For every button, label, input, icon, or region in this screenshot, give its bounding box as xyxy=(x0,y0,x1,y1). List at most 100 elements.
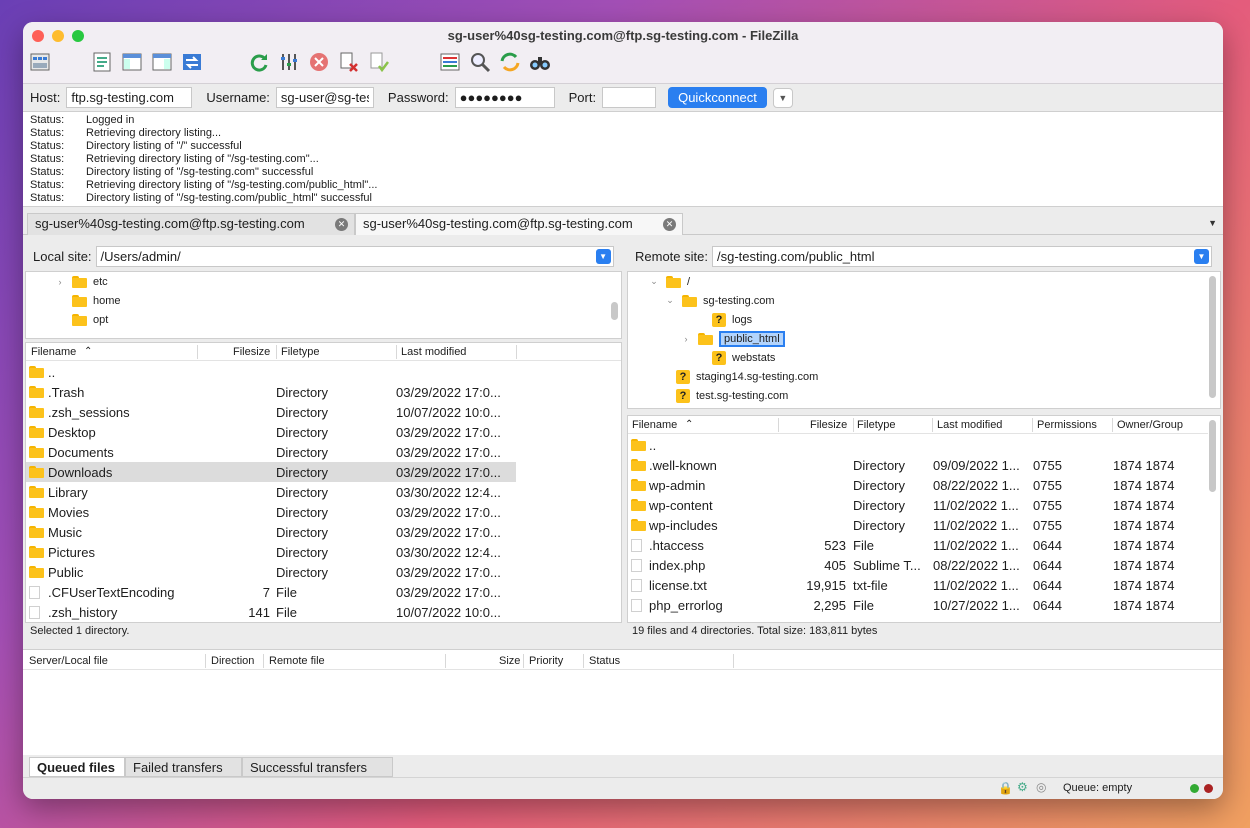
chevron-down-icon[interactable]: ▼ xyxy=(595,248,611,264)
tree-item[interactable]: ⌄ sg-testing.com xyxy=(664,291,775,310)
tab-connection-2[interactable]: sg-user%40sg-testing.com@ftp.sg-testing.… xyxy=(355,213,683,235)
column-divider[interactable] xyxy=(445,654,446,668)
column-divider[interactable] xyxy=(396,345,397,359)
column-last-modified[interactable]: Last modified xyxy=(937,419,1002,431)
table-row[interactable]: wp-admin Directory 08/22/2022 1... 0755 1874… xyxy=(628,475,1208,495)
password-input[interactable] xyxy=(454,87,555,108)
table-row[interactable]: .htaccess 523 File 11/02/2022 1... 0644 1874 … xyxy=(628,535,1208,555)
find-files-icon[interactable] xyxy=(528,50,552,74)
column-divider[interactable] xyxy=(1112,418,1113,432)
username-input[interactable] xyxy=(275,87,374,108)
refresh-icon[interactable] xyxy=(247,50,271,74)
column-divider[interactable] xyxy=(523,654,524,668)
column-divider[interactable] xyxy=(778,418,779,432)
column-filetype[interactable]: Filetype xyxy=(857,419,896,431)
table-row[interactable]: index.php 405 Sublime T... 08/22/2022 1... 0… xyxy=(628,555,1208,575)
table-row[interactable]: Desktop Directory 03/29/2022 17:0... xyxy=(26,422,516,442)
table-row[interactable]: Movies Directory 03/29/2022 17:0... xyxy=(26,502,516,522)
tree-item[interactable]: ⌄ / xyxy=(648,272,690,291)
column-divider[interactable] xyxy=(276,345,277,359)
column-divider[interactable] xyxy=(205,654,206,668)
column-filesize[interactable]: Filesize xyxy=(233,346,270,358)
toggle-message-log-icon[interactable] xyxy=(90,50,114,74)
table-row[interactable]: php_errorlog 2,295 File 10/27/2022 1... 0644… xyxy=(628,595,1208,615)
column-divider[interactable] xyxy=(932,418,933,432)
table-row[interactable]: wp-content Directory 11/02/2022 1... 0755 18… xyxy=(628,495,1208,515)
synchronized-browsing-icon[interactable] xyxy=(498,50,522,74)
column-divider[interactable] xyxy=(197,345,198,359)
tree-item[interactable]: ? logs xyxy=(712,310,752,329)
chevron-down-icon[interactable]: ▼ xyxy=(1193,248,1209,264)
table-row[interactable]: Library Directory 03/30/2022 12:4... xyxy=(26,482,516,502)
table-row[interactable]: .zsh_sessions Directory 10/07/2022 10:0... xyxy=(26,402,516,422)
tree-item[interactable]: › public_html xyxy=(680,329,785,348)
local-tree-scrollbar[interactable] xyxy=(611,302,618,320)
column-divider[interactable] xyxy=(516,345,517,359)
local-path-select[interactable]: /Users/admin/ ▼ xyxy=(95,245,614,267)
remote-path-select[interactable]: /sg-testing.com/public_html ▼ xyxy=(711,245,1212,267)
table-row[interactable]: .CFUserTextEncoding 7 File 03/29/2022 17:0.… xyxy=(26,582,516,602)
directory-filters-icon[interactable] xyxy=(438,50,462,74)
column-filename[interactable]: Filename xyxy=(31,346,76,358)
chevron-right-icon[interactable]: › xyxy=(680,334,692,344)
chevron-down-icon[interactable]: ⌄ xyxy=(664,295,676,306)
toggle-remote-tree-icon[interactable] xyxy=(150,50,174,74)
column-last-modified[interactable]: Last modified xyxy=(401,346,466,358)
column-filetype[interactable]: Filetype xyxy=(281,346,320,358)
tree-item[interactable]: ? test.sg-testing.com xyxy=(676,386,788,405)
close-tab-icon[interactable]: ✕ xyxy=(663,218,676,231)
column-direction[interactable]: Direction xyxy=(211,655,254,667)
column-filename[interactable]: Filename xyxy=(632,419,677,431)
table-row[interactable]: .zsh_history 141 File 10/07/2022 10:0... xyxy=(26,602,516,622)
cancel-icon[interactable] xyxy=(307,50,331,74)
column-remote-file[interactable]: Remote file xyxy=(269,655,325,667)
table-row[interactable]: Documents Directory 03/29/2022 17:0... xyxy=(26,442,516,462)
column-priority[interactable]: Priority xyxy=(529,655,563,667)
column-owner-group[interactable]: Owner/Group xyxy=(1117,419,1183,431)
column-divider[interactable] xyxy=(733,654,734,668)
column-size[interactable]: Size xyxy=(499,655,520,667)
tree-item-home[interactable]: home xyxy=(72,291,121,310)
tab-successful-transfers[interactable]: Successful transfers xyxy=(242,757,393,777)
search-icon[interactable] xyxy=(468,50,492,74)
table-row[interactable]: .. xyxy=(628,435,1208,455)
column-filesize[interactable]: Filesize xyxy=(810,419,847,431)
tab-queued-files[interactable]: Queued files xyxy=(29,757,125,777)
reconnect-icon[interactable] xyxy=(367,50,391,74)
tree-item[interactable]: ? webstats xyxy=(712,348,775,367)
column-server-local-file[interactable]: Server/Local file xyxy=(29,655,108,667)
tabs-menu-chevron-down-icon[interactable]: ▼ xyxy=(1208,218,1217,228)
host-input[interactable] xyxy=(66,87,193,108)
table-row[interactable]: .well-known Directory 09/09/2022 1... 0755 1… xyxy=(628,455,1208,475)
table-row[interactable]: Pictures Directory 03/30/2022 12:4... xyxy=(26,542,516,562)
table-row[interactable]: Downloads Directory 03/29/2022 17:0... xyxy=(26,462,516,482)
chevron-down-icon[interactable]: ⌄ xyxy=(648,276,660,287)
disconnect-icon[interactable] xyxy=(337,50,361,74)
quickconnect-button[interactable]: Quickconnect xyxy=(668,87,767,108)
tab-failed-transfers[interactable]: Failed transfers xyxy=(125,757,242,777)
toggle-local-tree-icon[interactable] xyxy=(120,50,144,74)
table-row[interactable]: .Trash Directory 03/29/2022 17:0... xyxy=(26,382,516,402)
site-manager-icon[interactable] xyxy=(28,50,52,74)
chevron-right-icon[interactable]: › xyxy=(54,277,66,287)
tree-item-etc[interactable]: › etc xyxy=(54,272,108,291)
column-divider[interactable] xyxy=(1032,418,1033,432)
quickconnect-dropdown-chevron-down-icon[interactable]: ▼ xyxy=(772,87,793,108)
remote-list-scrollbar[interactable] xyxy=(1209,420,1216,492)
close-tab-icon[interactable]: ✕ xyxy=(335,218,348,231)
column-status[interactable]: Status xyxy=(589,655,620,667)
port-input[interactable] xyxy=(602,87,657,108)
table-row[interactable]: .. xyxy=(26,362,516,382)
process-queue-icon[interactable] xyxy=(277,50,301,74)
tree-item[interactable]: ? staging14.sg-testing.com xyxy=(676,367,818,386)
table-row[interactable]: Music Directory 03/29/2022 17:0... xyxy=(26,522,516,542)
speed-limit-icon[interactable]: ◎ xyxy=(1036,780,1046,794)
tab-connection-1[interactable]: sg-user%40sg-testing.com@ftp.sg-testing.… xyxy=(27,213,355,235)
column-divider[interactable] xyxy=(583,654,584,668)
table-row[interactable]: Public Directory 03/29/2022 17:0... xyxy=(26,562,516,582)
toggle-transfer-queue-icon[interactable] xyxy=(180,50,204,74)
column-divider[interactable] xyxy=(853,418,854,432)
table-row[interactable]: wp-includes Directory 11/02/2022 1... 0755 1… xyxy=(628,515,1208,535)
column-permissions[interactable]: Permissions xyxy=(1037,419,1097,431)
remote-tree-scrollbar[interactable] xyxy=(1209,276,1216,398)
